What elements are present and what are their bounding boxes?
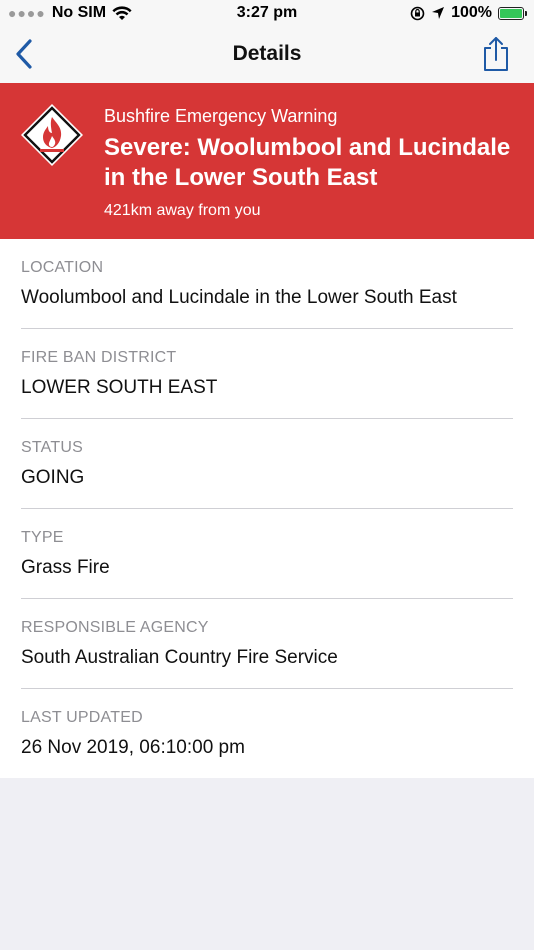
detail-value: LOWER SOUTH EAST [21, 377, 218, 398]
warning-distance: 421km away from you [104, 202, 261, 219]
battery-icon [498, 6, 527, 20]
detail-row-fire-ban-district: FIRE BAN DISTRICT LOWER SOUTH EAST [21, 329, 513, 419]
rotation-lock-icon [410, 6, 425, 20]
warning-texts: Bushfire Emergency Warning Severe: Woolu… [104, 105, 516, 221]
detail-row-last-updated: LAST UPDATED 26 Nov 2019, 06:10:00 pm [21, 689, 513, 778]
warning-title: Severe: Woolumbool and Lucindale in the … [104, 134, 511, 191]
status-bar: ●●●● No SIM 3:27 pm 100% [0, 0, 534, 26]
detail-label: FIRE BAN DISTRICT [21, 349, 177, 366]
detail-row-type: TYPE Grass Fire [21, 509, 513, 599]
detail-label: LOCATION [21, 259, 104, 276]
detail-value: GOING [21, 467, 85, 488]
share-button[interactable] [480, 36, 512, 72]
detail-value: Woolumbool and Lucindale in the Lower So… [21, 287, 457, 308]
page-title: Details [232, 42, 302, 65]
detail-label: TYPE [21, 529, 64, 546]
detail-row-location: LOCATION Woolumbool and Lucindale in the… [21, 239, 513, 329]
battery-percent: 100% [451, 4, 492, 21]
detail-row-status: STATUS GOING [21, 419, 513, 509]
detail-row-responsible-agency: RESPONSIBLE AGENCY South Australian Coun… [21, 599, 513, 689]
location-arrow-icon [432, 7, 445, 19]
fire-warning-icon [21, 104, 83, 166]
detail-label: RESPONSIBLE AGENCY [21, 619, 209, 636]
detail-value: Grass Fire [21, 557, 110, 578]
status-right: 100% [410, 4, 527, 22]
details-list: LOCATION Woolumbool and Lucindale in the… [0, 239, 534, 778]
warning-type: Bushfire Emergency Warning [104, 106, 338, 126]
detail-label: STATUS [21, 439, 83, 456]
detail-label: LAST UPDATED [21, 709, 143, 726]
battery-fill [500, 8, 522, 18]
detail-value: South Australian Country Fire Service [21, 647, 338, 668]
navigation-bar: Details [0, 26, 534, 83]
detail-value: 26 Nov 2019, 06:10:00 pm [21, 737, 245, 758]
share-icon [484, 37, 508, 71]
battery-nub [525, 10, 527, 16]
warning-banner: Bushfire Emergency Warning Severe: Woolu… [0, 83, 534, 239]
